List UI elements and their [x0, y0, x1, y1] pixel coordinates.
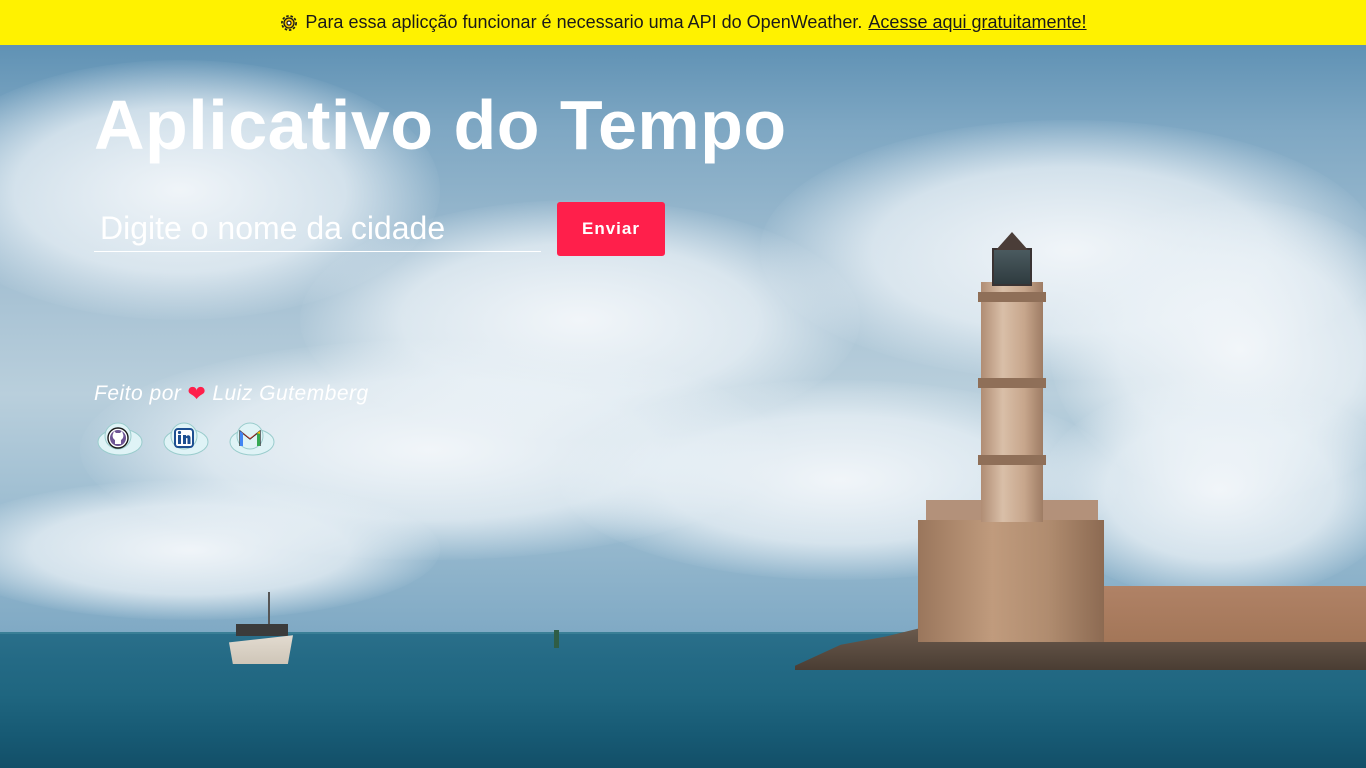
- main-content: Aplicativo do Tempo Enviar Feito por ❤ L…: [94, 80, 787, 456]
- lighthouse-ring: [978, 292, 1046, 302]
- credits-prefix: Feito por: [94, 382, 182, 405]
- gmail-icon[interactable]: [228, 418, 276, 458]
- gear-icon: [279, 13, 299, 33]
- credits: Feito por ❤ Luiz Gutemberg: [94, 382, 369, 406]
- lighthouse-ring: [978, 455, 1046, 465]
- submit-button[interactable]: Enviar: [557, 202, 665, 256]
- app-page: Para essa aplicção funcionar é necessari…: [0, 0, 1366, 768]
- heart-icon: ❤: [187, 381, 207, 406]
- boat-cabin: [236, 624, 288, 636]
- lighthouse-base: [918, 520, 1104, 642]
- github-icon[interactable]: [96, 418, 144, 458]
- boat-mast: [268, 592, 270, 628]
- banner-text: Para essa aplicção funcionar é necessari…: [305, 12, 863, 32]
- credits-author: Luiz Gutemberg: [212, 382, 369, 405]
- city-search-form: Enviar: [94, 202, 665, 256]
- harbor-wall: [1104, 586, 1366, 642]
- linkedin-icon[interactable]: [162, 418, 210, 458]
- buoy: [554, 630, 559, 648]
- lighthouse-roof: [996, 232, 1028, 250]
- api-notice-banner: Para essa aplicção funcionar é necessari…: [0, 0, 1366, 45]
- openweather-link[interactable]: Acesse aqui gratuitamente!: [868, 12, 1086, 33]
- social-links: [96, 418, 276, 458]
- lighthouse-ring: [978, 378, 1046, 388]
- lighthouse-tower: [981, 282, 1043, 522]
- lighthouse-lantern: [992, 248, 1032, 286]
- page-title: Aplicativo do Tempo: [94, 86, 787, 164]
- city-input[interactable]: [94, 206, 541, 252]
